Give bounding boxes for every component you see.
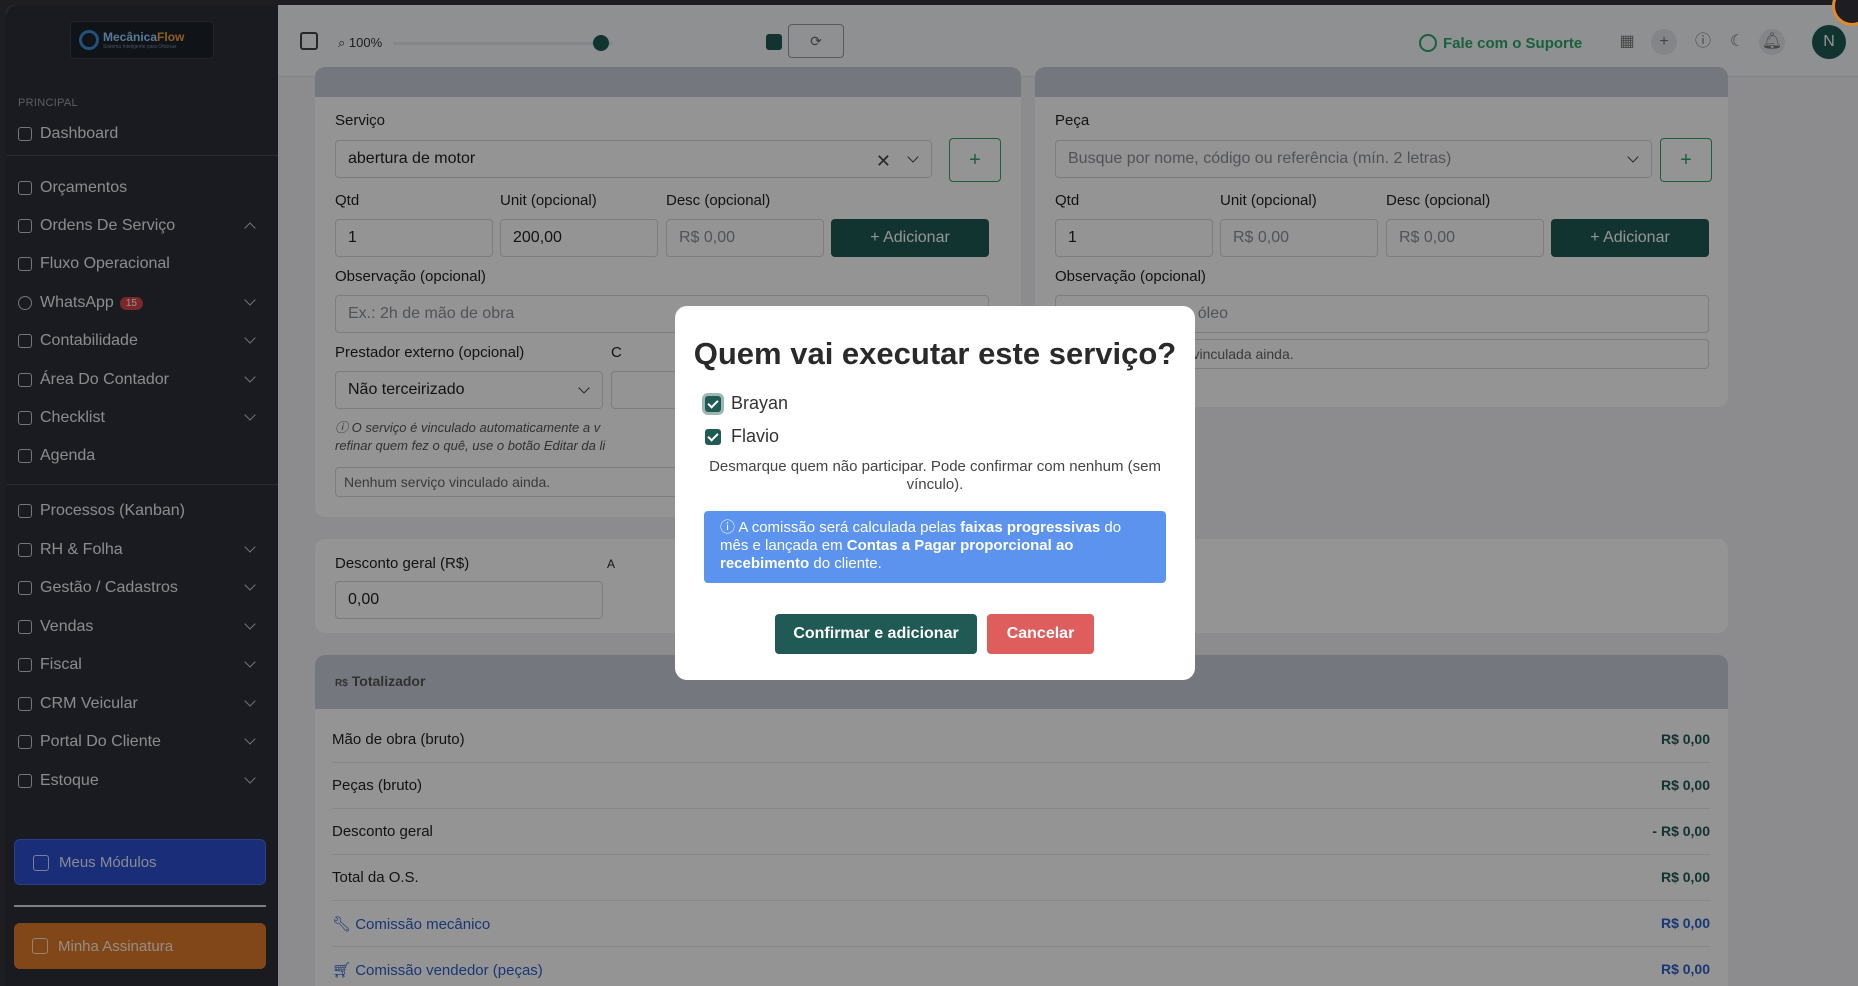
executor-modal: Quem vai executar este serviço? Brayan F…	[675, 306, 1195, 680]
checkbox-flavio[interactable]	[705, 429, 721, 445]
modal-title: Quem vai executar este serviço?	[693, 336, 1177, 371]
checkbox-brayan[interactable]	[705, 396, 721, 412]
commission-info-alert: ⓘ A comissão será calculada pelas faixas…	[704, 511, 1166, 583]
info-text-b: faixas progressivas	[960, 519, 1101, 536]
person-name[interactable]: Flavio	[731, 426, 779, 447]
cancel-button[interactable]: Cancelar	[987, 614, 1094, 654]
info-icon: ⓘ	[720, 519, 739, 536]
confirm-add-button[interactable]: Confirmar e adicionar	[775, 614, 977, 654]
modal-help-text: Desmarque quem não participar. Pode conf…	[709, 458, 1161, 493]
info-text-a: A comissão será calculada pelas	[738, 519, 961, 536]
info-text-e: do cliente.	[809, 555, 882, 572]
person-name[interactable]: Brayan	[731, 393, 788, 414]
